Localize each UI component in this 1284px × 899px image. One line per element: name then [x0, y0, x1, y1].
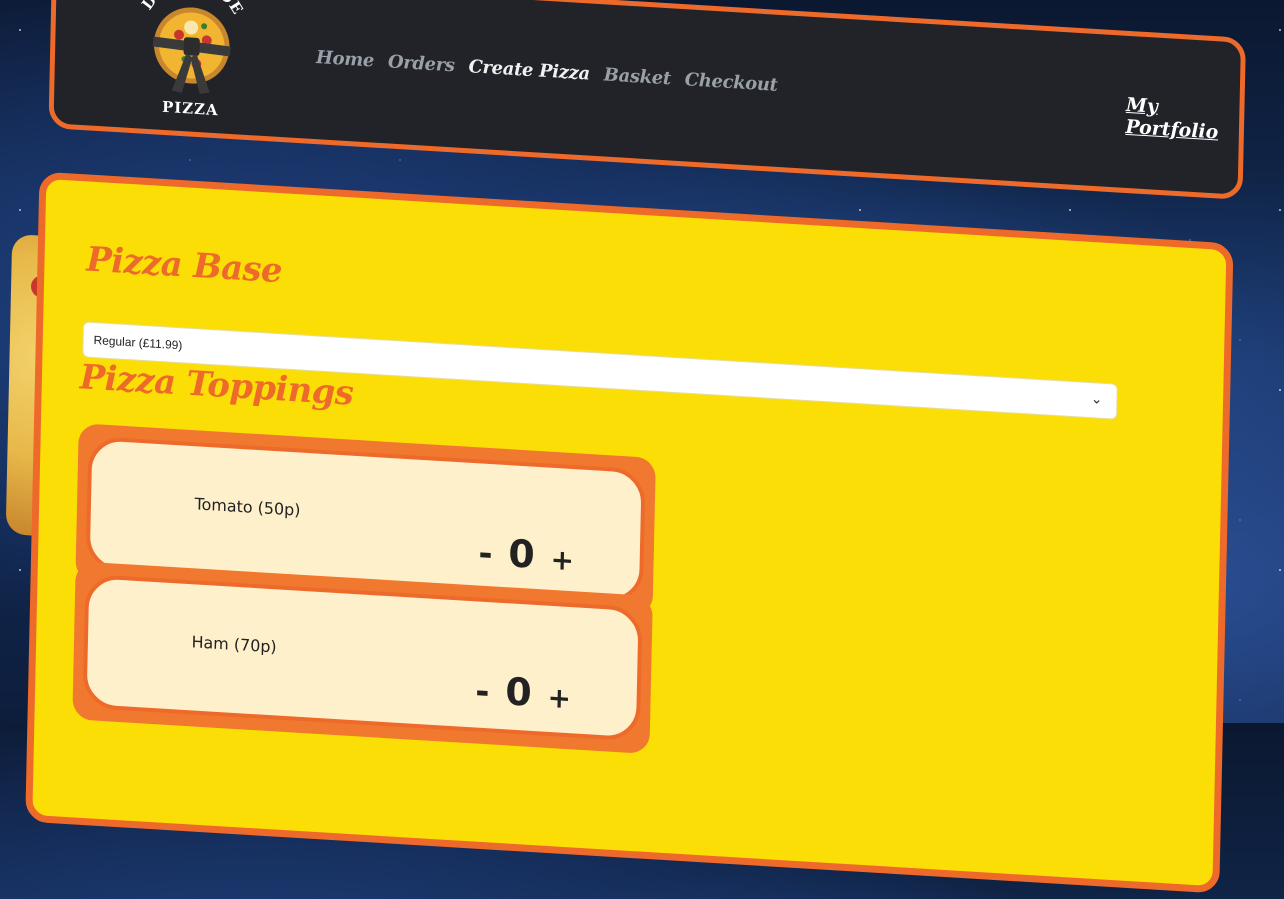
pizza-base-selected-value: Regular (£11.99) [93, 333, 183, 353]
pizza-base-heading: Pizza Base [85, 239, 283, 292]
chevron-down-icon: ⌄ [1090, 390, 1103, 407]
nav-link-basket[interactable]: Basket [604, 64, 672, 89]
decrease-button[interactable]: - [475, 671, 490, 712]
nav-link-create-pizza[interactable]: Create Pizza [468, 56, 590, 84]
topping-quantity-control: - 0 + [475, 667, 572, 717]
main-menu: Home Orders Create Pizza Basket Checkout [316, 47, 778, 96]
increase-button[interactable]: + [547, 681, 571, 715]
topping-name: Ham (70p) [191, 632, 277, 657]
doughjoe-logo[interactable]: DOUGHJOE PIZZA [125, 0, 257, 123]
my-portfolio-link[interactable]: My Portfolio [1125, 94, 1239, 145]
pizza-logo-icon: DOUGHJOE PIZZA [138, 0, 248, 119]
page-frame: DOUGHJOE PIZZA Home Orders Create Pizza [5, 0, 1284, 894]
nav-link-home[interactable]: Home [316, 47, 374, 71]
topping-count: 0 [507, 531, 536, 577]
topping-count: 0 [504, 669, 533, 715]
topping-quantity-control: - 0 + [478, 529, 575, 579]
topping-name: Tomato (50p) [194, 494, 301, 520]
increase-button[interactable]: + [550, 543, 574, 577]
decrease-button[interactable]: - [478, 533, 493, 574]
nav-link-orders[interactable]: Orders [388, 51, 455, 76]
create-pizza-card: Pizza Base Regular (£11.99) ⌄ Pizza Topp… [25, 171, 1234, 894]
topping-card-ham: Ham (70p) - 0 + [72, 561, 653, 755]
topping-card-inner: Ham (70p) - 0 + [82, 573, 643, 742]
logo-caption: PIZZA [162, 98, 219, 119]
top-navbar: DOUGHJOE PIZZA Home Orders Create Pizza [48, 0, 1246, 200]
nav-link-checkout[interactable]: Checkout [685, 69, 778, 96]
